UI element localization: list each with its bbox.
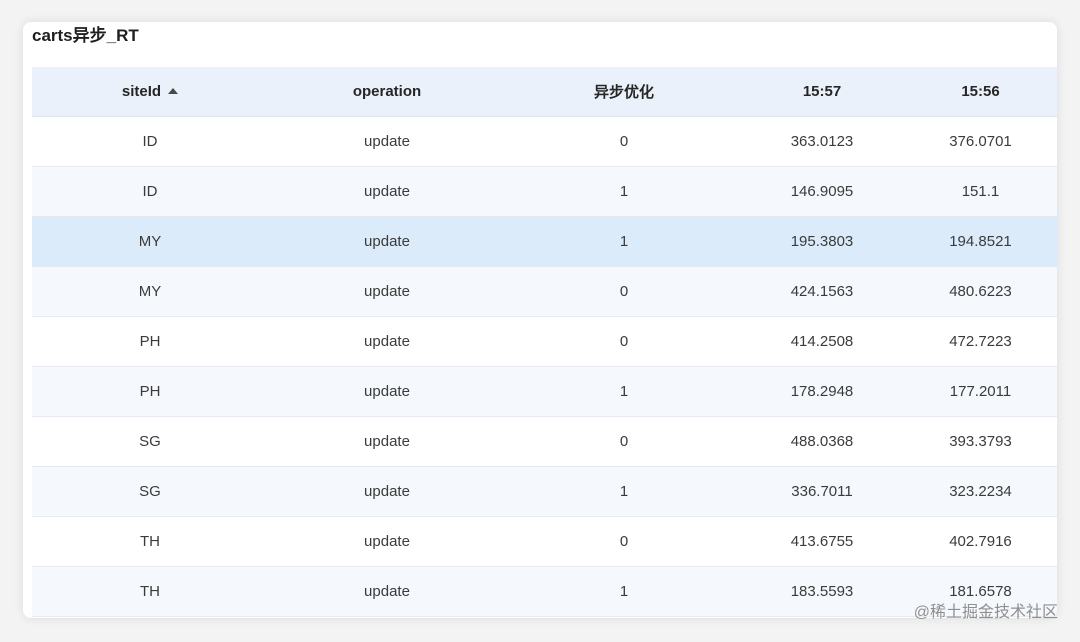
table-row[interactable]: TH update 1 183.5593 181.6578 — [32, 567, 1057, 617]
cell-async-optimization: 1 — [619, 583, 629, 600]
table-row[interactable]: PH update 1 178.2948 177.2011 — [32, 367, 1057, 417]
cell-async-optimization: 1 — [619, 383, 629, 400]
cell-operation: update — [364, 333, 410, 350]
cell-async-optimization: 1 — [619, 183, 629, 200]
cell-time-1556: 472.7223 — [949, 333, 1012, 350]
cell-time-1557: 363.0123 — [790, 133, 854, 150]
cell-time-1557: 424.1563 — [790, 283, 854, 300]
cell-time-1556: 480.6223 — [949, 283, 1012, 300]
column-header-label: 15:56 — [961, 83, 1000, 100]
cell-time-1556: 194.8521 — [949, 233, 1012, 250]
cell-time-1556: 323.2234 — [949, 483, 1012, 500]
cell-async-optimization: 0 — [619, 433, 629, 450]
cell-time-1556: 376.0701 — [949, 133, 1012, 150]
cell-siteid: PH — [139, 333, 161, 350]
cell-siteid: SG — [139, 483, 161, 500]
cell-time-1557: 195.3803 — [790, 233, 854, 250]
cell-operation: update — [364, 583, 410, 600]
cell-siteid: MY — [138, 283, 162, 300]
cell-siteid: TH — [140, 533, 160, 550]
cell-time-1556: 151.1 — [961, 183, 1000, 200]
cell-async-optimization: 0 — [619, 283, 629, 300]
table-row[interactable]: TH update 0 413.6755 402.7916 — [32, 517, 1057, 567]
cell-async-optimization: 1 — [619, 483, 629, 500]
cell-time-1557: 336.7011 — [791, 483, 853, 500]
cell-time-1556: 393.3793 — [949, 433, 1012, 450]
cell-time-1557: 146.9095 — [790, 183, 854, 200]
column-header-label: 15:57 — [802, 83, 842, 100]
column-header-label: siteId — [121, 83, 162, 100]
column-header-label: 异步优化 — [593, 84, 654, 101]
cell-async-optimization: 0 — [619, 533, 629, 550]
column-header-label: operation — [352, 83, 422, 100]
panel-title: carts异步_RT — [32, 26, 139, 45]
cell-time-1556: 402.7916 — [949, 533, 1012, 550]
cell-operation: update — [364, 533, 410, 550]
table-row[interactable]: SG update 1 336.7011 323.2234 — [32, 467, 1057, 517]
table-row[interactable]: ID update 0 363.0123 376.0701 — [32, 117, 1057, 167]
cell-time-1557: 488.0368 — [790, 433, 854, 450]
cell-operation: update — [364, 383, 410, 400]
cell-async-optimization: 1 — [619, 233, 629, 250]
credit-watermark: @稀土掘金技术社区 — [913, 604, 1058, 621]
cell-async-optimization: 0 — [619, 333, 629, 350]
cell-time-1557: 413.6755 — [790, 533, 854, 550]
data-table: siteId operation 异步优化 15:57 15:56 ID upda… — [32, 67, 1057, 617]
cell-time-1556: 177.2011 — [949, 383, 1012, 400]
cell-siteid: MY — [138, 233, 162, 250]
table-row[interactable]: SG update 0 488.0368 393.3793 — [32, 417, 1057, 467]
sort-ascending-icon[interactable] — [168, 87, 179, 94]
table-row[interactable]: PH update 0 414.2508 472.7223 — [32, 317, 1057, 367]
table-body: ID update 0 363.0123 376.0701 ID update 1 146.90… — [32, 117, 1057, 617]
cell-time-1557: 414.2508 — [790, 333, 854, 350]
cell-operation: update — [364, 183, 410, 200]
cell-async-optimization: 0 — [619, 133, 629, 150]
table-row[interactable]: ID update 1 146.9095 151.1 — [32, 167, 1057, 217]
cell-operation: update — [364, 483, 410, 500]
cell-operation: update — [364, 433, 410, 450]
cell-time-1557: 183.5593 — [790, 583, 854, 600]
table-row[interactable]: MY update 1 195.3803 194.8521 — [32, 217, 1057, 267]
cell-operation: update — [364, 283, 410, 300]
column-header-time-1557[interactable]: 15:57 — [742, 67, 902, 116]
table-row[interactable]: MY update 0 424.1563 480.6223 — [32, 267, 1057, 317]
column-header-async-optimization[interactable]: 异步优化 — [506, 67, 742, 116]
cell-time-1557: 178.2948 — [790, 383, 854, 400]
cell-siteid: ID — [142, 133, 158, 150]
table-header-row: siteId operation 异步优化 15:57 15:56 — [32, 67, 1057, 117]
cell-operation: update — [364, 133, 410, 150]
cell-siteid: ID — [142, 183, 158, 200]
table-panel: carts异步_RT siteId operation 异步优化 15:57 1… — [23, 22, 1057, 618]
cell-siteid: SG — [139, 433, 161, 450]
cell-operation: update — [364, 233, 410, 250]
cell-siteid: PH — [139, 383, 161, 400]
column-header-time-1556[interactable]: 15:56 — [902, 67, 1057, 116]
cell-siteid: TH — [140, 583, 160, 600]
column-header-operation[interactable]: operation — [268, 67, 506, 116]
column-header-siteid[interactable]: siteId — [32, 67, 268, 116]
